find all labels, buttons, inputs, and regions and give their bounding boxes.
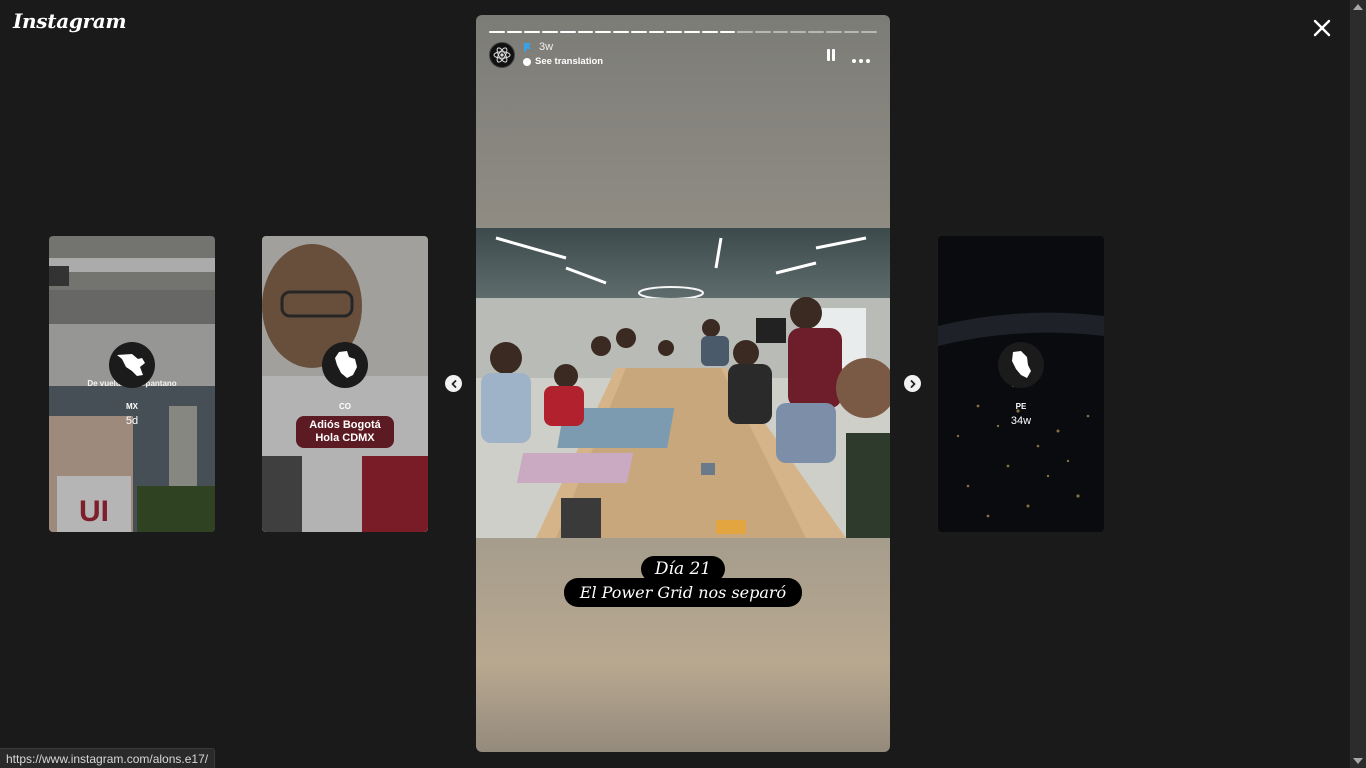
progress-segment	[808, 31, 824, 33]
story-author-avatar[interactable]	[489, 42, 515, 68]
preview-age: 5d	[125, 415, 139, 427]
close-icon	[1313, 19, 1331, 37]
progress-segment	[825, 31, 842, 33]
progress-segment	[737, 31, 754, 33]
story-preview-mx[interactable]: UI De vuelta en el pantano MX 5d	[49, 236, 215, 532]
chevron-right-icon	[910, 379, 915, 388]
preview-username: MX	[126, 402, 138, 411]
instagram-logo[interactable]: Instagram	[13, 9, 127, 33]
progress-segment	[861, 31, 878, 33]
story-progress-bar	[489, 31, 878, 33]
story-viewer[interactable]: 3w See translation Día 21 El Power Grid …	[476, 15, 890, 752]
progress-segment	[701, 31, 718, 33]
chevron-left-icon	[451, 379, 456, 388]
preview-caption: Adiós Bogotá Hola CDMX	[296, 416, 394, 448]
scroll-up-arrow-icon[interactable]	[1353, 4, 1363, 10]
flag-icon	[524, 42, 531, 52]
progress-segment	[524, 31, 541, 33]
progress-segment	[772, 31, 789, 33]
scroll-down-arrow-icon[interactable]	[1353, 758, 1363, 764]
progress-segment	[648, 31, 665, 33]
story-photo	[476, 228, 890, 538]
progress-segment	[719, 31, 736, 33]
story-time-ago: 3w	[539, 41, 554, 53]
progress-segment	[684, 31, 700, 33]
preview-age: 34w	[1010, 415, 1032, 427]
story-caption-line2: El Power Grid nos separó	[476, 578, 890, 607]
progress-segment	[790, 31, 807, 33]
story-preview-co[interactable]: CO 6d Adiós Bogotá Hola CDMX	[262, 236, 428, 532]
preview-avatar	[322, 342, 368, 388]
more-options-icon	[852, 59, 870, 63]
status-bar-url: https://www.instagram.com/alons.e17/	[0, 748, 216, 768]
preview-username: CO	[339, 402, 351, 411]
peru-map-icon	[1012, 351, 1031, 378]
progress-segment	[506, 31, 523, 33]
colombia-map-icon	[335, 351, 357, 378]
page-scrollbar[interactable]	[1350, 0, 1366, 768]
more-options-button[interactable]	[851, 52, 871, 63]
progress-segment	[843, 31, 860, 33]
translate-icon	[523, 57, 531, 66]
progress-segment	[755, 31, 771, 33]
preview-avatar	[998, 342, 1044, 388]
next-story-button[interactable]	[904, 375, 921, 392]
progress-segment	[559, 31, 576, 33]
preview-username: PE	[1015, 402, 1027, 411]
progress-segment	[595, 31, 612, 33]
previous-story-button[interactable]	[445, 375, 462, 392]
pause-icon	[827, 49, 835, 61]
progress-segment	[613, 31, 629, 33]
see-translation-link[interactable]: See translation	[523, 56, 603, 67]
progress-segment	[577, 31, 594, 33]
pause-button[interactable]	[824, 48, 838, 62]
atom-logo-icon	[493, 47, 511, 63]
preview-avatar	[109, 342, 155, 388]
close-button[interactable]	[1309, 15, 1335, 41]
story-preview-pe[interactable]: PE 34w	[938, 236, 1104, 532]
progress-segment	[542, 31, 558, 33]
mexico-map-icon	[117, 354, 145, 376]
progress-segment	[630, 31, 647, 33]
story-meta: 3w See translation	[523, 41, 603, 67]
progress-segment	[666, 31, 683, 33]
progress-segment	[489, 31, 505, 33]
